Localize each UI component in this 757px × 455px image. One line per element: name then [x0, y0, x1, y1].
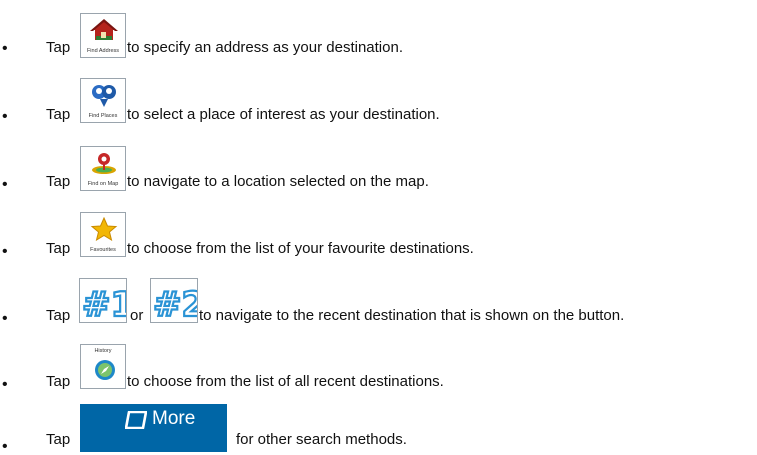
button-label: Find on Map [87, 181, 119, 187]
history-1-button[interactable]: #1 [79, 278, 127, 323]
bullet: • [2, 108, 8, 125]
bullet: • [2, 438, 8, 455]
favourites-button[interactable]: Favourites [80, 212, 126, 257]
history-2-button[interactable]: #2 [150, 278, 198, 323]
people-pin-icon [92, 85, 116, 107]
tap-label: Tap [46, 307, 71, 324]
button-label: Favourites [90, 247, 116, 253]
or-label: or [130, 307, 144, 324]
item-text: for other search methods. [236, 431, 407, 448]
tap-label: Tap [46, 373, 71, 390]
item-text: to navigate to a location selected on th… [127, 173, 429, 190]
item-text: to choose from the list of all recent de… [127, 373, 444, 390]
svg-text:#2: #2 [153, 285, 198, 323]
compass-icon [95, 360, 115, 380]
item-text: to specify an address as your destinatio… [127, 39, 403, 56]
history-button[interactable]: History [80, 344, 126, 389]
item-text: to select a place of interest as your de… [127, 106, 440, 123]
find-address-button[interactable]: Find Address [80, 13, 126, 58]
button-label: More [152, 408, 196, 429]
tap-label: Tap [46, 240, 71, 257]
item-text: to choose from the list of your favourit… [127, 240, 474, 257]
button-label: Find Places [88, 113, 118, 119]
star-icon [90, 217, 118, 241]
tap-label: Tap [46, 106, 71, 123]
find-places-button[interactable]: Find Places [80, 78, 126, 123]
button-label: History [94, 348, 112, 354]
bullet: • [2, 376, 8, 393]
find-on-map-button[interactable]: Find on Map [80, 146, 126, 191]
tap-label: Tap [46, 173, 71, 190]
bullet: • [2, 310, 8, 327]
rectangle-icon [125, 411, 147, 429]
house-icon [90, 19, 118, 40]
button-label: Find Address [86, 48, 120, 54]
more-button[interactable]: More [80, 404, 227, 452]
bullet: • [2, 176, 8, 193]
bullet: • [2, 243, 8, 260]
svg-text:#1: #1 [82, 285, 127, 323]
number-one-icon: #1 [81, 284, 127, 323]
tap-label: Tap [46, 39, 71, 56]
tap-label: Tap [46, 431, 71, 448]
number-two-icon: #2 [152, 284, 198, 323]
item-text: to navigate to the recent destination th… [199, 307, 625, 324]
bullet: • [2, 40, 8, 57]
map-pin-icon [92, 153, 116, 174]
